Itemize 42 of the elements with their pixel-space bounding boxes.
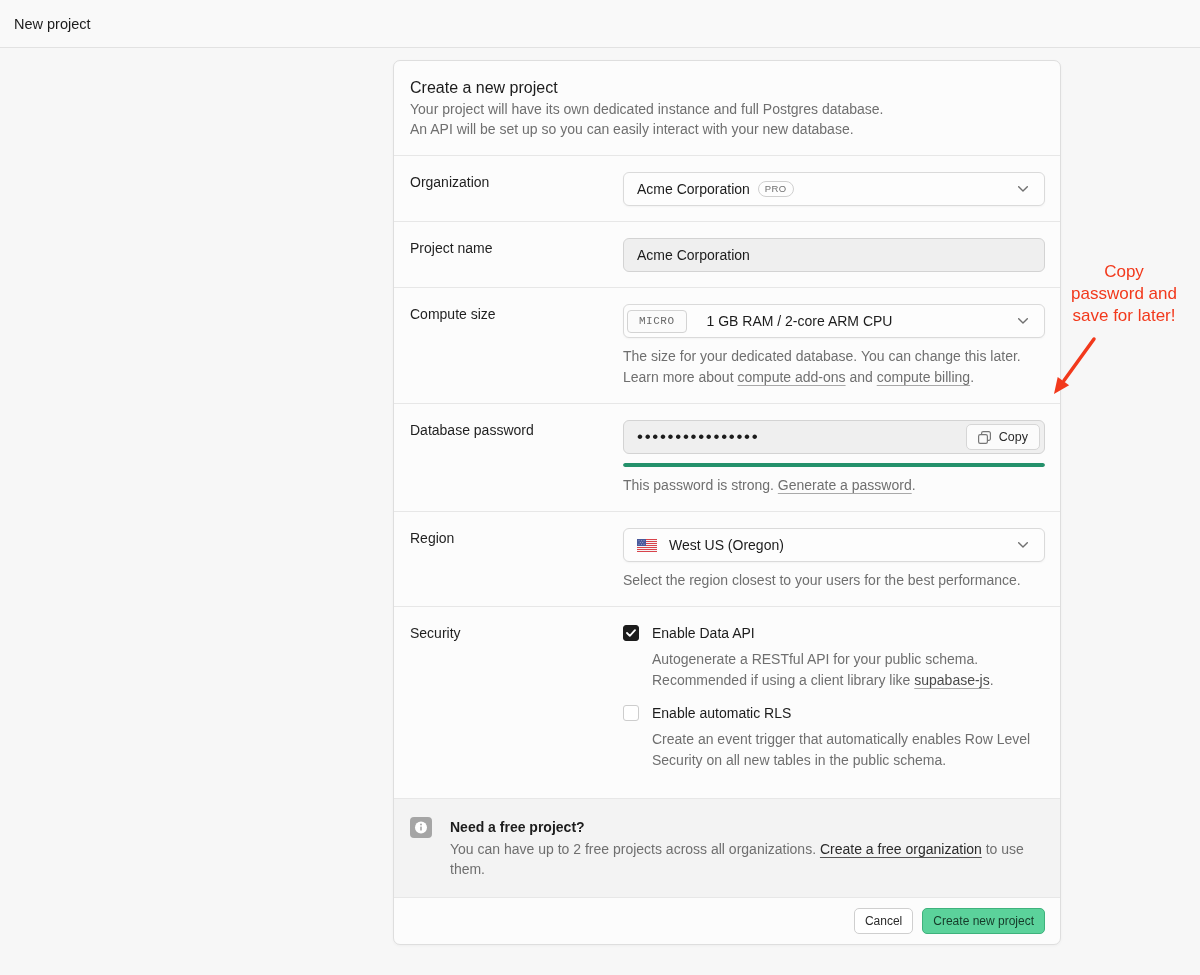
copy-button[interactable]: Copy xyxy=(965,424,1040,450)
create-project-button[interactable]: Create new project xyxy=(922,908,1045,934)
compute-size-select[interactable]: MICRO 1 GB RAM / 2-core ARM CPU xyxy=(623,304,1045,338)
organization-select[interactable]: Acme Corporation PRO xyxy=(623,172,1045,206)
card-title: Create a new project xyxy=(410,78,559,98)
help-text: The size for your dedicated database. You can change this later. Learn more about compute add-ons and compute billing. xyxy=(623,347,1022,387)
password-field[interactable]: •••••••••••••••• Copy xyxy=(623,420,1045,454)
field-label: Region xyxy=(410,529,456,548)
us-flag-icon xyxy=(637,538,657,552)
region-select[interactable]: West US (Oregon) xyxy=(623,528,1045,562)
option-description: Autogenerate a RESTful API for your public schema. Recommended if using a client library like supabase-js. xyxy=(651,650,995,690)
chevron-down-icon xyxy=(1018,542,1028,548)
field-label: Compute size xyxy=(410,305,497,324)
help-text: Select the region closest to your users for the best performance. xyxy=(623,571,1022,590)
info-icon xyxy=(410,817,432,838)
cancel-button[interactable]: Cancel xyxy=(853,908,914,934)
option-description: Create an event trigger that automatically enables Row Level Security on all new tables in the public schema. xyxy=(651,730,1032,770)
help-text: This password is strong. Generate a password. xyxy=(623,476,917,495)
inline-link[interactable]: Generate a password xyxy=(777,477,912,493)
field-label: Project name xyxy=(410,239,494,258)
inline-link[interactable]: compute add-ons xyxy=(737,369,846,385)
compute-tag: MICRO xyxy=(627,309,687,333)
card-description: Your project will have its own dedicated instance and full Postgres database. xyxy=(410,100,885,119)
inline-link[interactable]: compute billing xyxy=(876,369,971,385)
project-name-field[interactable]: Acme Corporation xyxy=(623,238,1045,272)
field-label: Database password xyxy=(410,421,535,440)
inline-link[interactable]: Create a free organization xyxy=(819,841,982,857)
field-label: Security xyxy=(410,624,462,643)
chevron-down-icon xyxy=(1018,186,1028,192)
checkbox[interactable] xyxy=(623,625,639,641)
page-title: New project xyxy=(14,15,91,32)
annotation-text: Copy password and save for later! xyxy=(1070,261,1178,327)
checkbox-label: Enable automatic RLS xyxy=(652,704,792,723)
chevron-down-icon xyxy=(1018,318,1028,324)
checkbox-label: Enable Data API xyxy=(652,624,755,643)
info-text: You can have up to 2 free projects across all organizations. Create a free organization to use them. xyxy=(450,840,1025,879)
copy-icon xyxy=(977,430,991,444)
field-label: Organization xyxy=(410,173,491,192)
inline-link[interactable]: supabase-js xyxy=(914,672,990,688)
info-title: Need a free project? xyxy=(450,818,586,837)
checkmark-icon xyxy=(626,629,636,637)
card-description: An API will be set up so you can easily interact with your new database. xyxy=(410,120,855,139)
